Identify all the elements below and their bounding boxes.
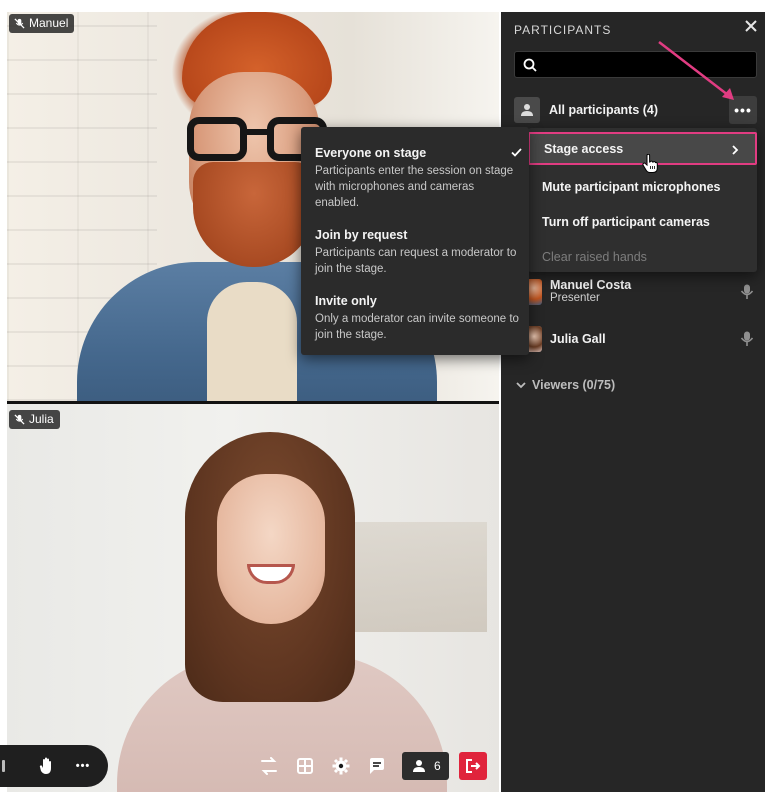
gear-icon — [332, 757, 350, 775]
viewers-section-toggle[interactable]: Viewers (0/75) — [516, 378, 615, 392]
manuel-tshirt — [207, 282, 297, 401]
chevron-down-icon — [516, 382, 526, 389]
group-avatar — [514, 97, 540, 123]
all-participants-label: All participants (4) — [549, 103, 659, 117]
stage-option-invite-only[interactable]: Invite only Only a moderator can invite … — [315, 293, 520, 343]
participant-role: Presenter — [550, 292, 600, 304]
participant-name: Julia Gall — [550, 331, 606, 346]
grid-icon — [297, 758, 313, 774]
name-tag-label: Manuel — [29, 16, 69, 30]
participants-more-menu: Stage access Mute participant microphone… — [528, 128, 757, 272]
menu-item-clear-raised-hands: Clear raised hands — [528, 240, 757, 273]
mic-off-icon — [14, 414, 25, 425]
grid-view-button[interactable] — [290, 751, 320, 781]
checkmark-icon — [511, 145, 522, 160]
menu-item-turn-off-cameras[interactable]: Turn off participant cameras — [528, 205, 757, 238]
person-icon — [413, 760, 425, 772]
chevron-right-icon — [731, 143, 739, 158]
controls-left: ••• — [0, 745, 108, 787]
option-description: Only a moderator can invite someone to j… — [315, 313, 519, 341]
close-panel-button[interactable] — [743, 20, 759, 36]
background-shelf — [347, 522, 487, 632]
handle-icon — [2, 760, 5, 772]
option-title: Everyone on stage — [315, 146, 427, 160]
swap-icon — [261, 757, 277, 775]
mic-off-icon — [14, 18, 25, 29]
collapse-handle[interactable] — [0, 756, 10, 776]
participants-count: 6 — [434, 759, 441, 773]
menu-item-label: Mute participant microphones — [542, 179, 721, 194]
video-call-app: Manuel Julia ••• 6 PARTICIPANTS All part… — [0, 0, 765, 792]
search-input[interactable] — [543, 56, 743, 73]
search-icon — [523, 58, 537, 72]
option-title: Join by request — [315, 228, 408, 242]
controls-right: 6 — [254, 751, 487, 781]
exit-icon — [465, 759, 481, 773]
participant-row[interactable]: Julia Gall — [526, 324, 758, 354]
more-options-button[interactable]: ••• — [68, 751, 98, 781]
participants-toggle-button[interactable]: 6 — [402, 752, 449, 780]
stage-option-everyone-on-stage[interactable]: Everyone on stage Participants enter the… — [315, 145, 522, 211]
person-icon — [521, 104, 533, 116]
close-icon — [745, 20, 757, 32]
microphone-icon[interactable] — [740, 331, 754, 347]
raise-hand-button[interactable] — [30, 749, 64, 783]
all-participants-more-button[interactable]: ••• — [729, 96, 757, 124]
option-title: Invite only — [315, 294, 377, 308]
option-description: Participants enter the session on stage … — [315, 165, 514, 209]
menu-item-label: Clear raised hands — [542, 249, 647, 264]
menu-item-label: Stage access — [544, 141, 624, 156]
manuel-beard — [193, 162, 315, 267]
participant-name: Manuel Costa — [550, 278, 632, 292]
switch-layout-button[interactable] — [254, 751, 284, 781]
stage-option-join-by-request[interactable]: Join by request Participants can request… — [315, 227, 520, 277]
video-tile-julia[interactable] — [7, 404, 499, 792]
hand-icon — [39, 757, 51, 774]
leave-button[interactable] — [458, 752, 487, 780]
menu-item-mute-microphones[interactable]: Mute participant microphones — [528, 170, 757, 203]
name-tag-manuel: Manuel — [9, 14, 75, 33]
julia-face — [217, 474, 325, 624]
participant-row[interactable]: Manuel Costa Presenter — [526, 277, 758, 307]
settings-button[interactable] — [326, 751, 356, 781]
menu-item-label: Turn off participant cameras — [542, 214, 710, 229]
microphone-icon[interactable] — [740, 284, 754, 300]
viewers-label: Viewers (0/75) — [532, 378, 616, 392]
name-tag-label: Julia — [29, 412, 54, 426]
name-tag-julia: Julia — [9, 410, 60, 429]
chat-icon — [370, 758, 384, 774]
option-description: Participants can request a moderator to … — [315, 247, 517, 275]
all-participants-row[interactable]: All participants (4) ••• — [514, 96, 757, 124]
hand-cursor-icon — [642, 154, 658, 173]
search-field[interactable] — [514, 51, 757, 78]
chat-button[interactable] — [362, 751, 392, 781]
panel-title: PARTICIPANTS — [514, 23, 612, 37]
stage-access-submenu: Everyone on stage Participants enter the… — [301, 127, 529, 355]
